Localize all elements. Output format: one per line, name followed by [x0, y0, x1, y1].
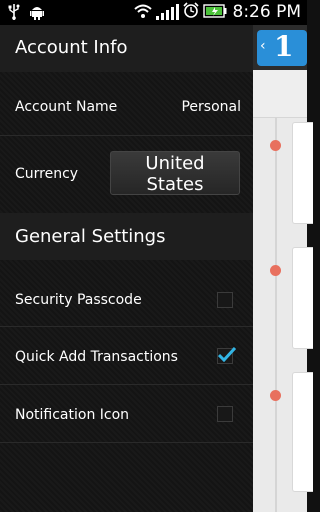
- checkmark-icon: [218, 346, 236, 362]
- action-bar: ‹ 1: [253, 25, 307, 70]
- timeline-dot: [270, 140, 281, 151]
- transaction-card[interactable]: [292, 247, 313, 349]
- notification-icon-row[interactable]: Notification Icon: [0, 385, 253, 443]
- account-name-value: Personal: [181, 99, 241, 115]
- account-name-label: Account Name: [15, 99, 118, 115]
- currency-selector[interactable]: United States: [110, 151, 240, 195]
- security-passcode-checkbox[interactable]: [217, 292, 233, 308]
- chevron-left-icon: ‹: [260, 38, 266, 54]
- quick-add-transactions-row[interactable]: Quick Add Transactions: [0, 327, 253, 385]
- signal-icon: [155, 4, 179, 20]
- timeline-line: [275, 117, 277, 512]
- wifi-icon: [133, 3, 152, 22]
- notification-icon-checkbox[interactable]: [217, 406, 233, 422]
- general-settings-title: General Settings: [15, 226, 166, 247]
- tab-bar: [253, 70, 307, 118]
- currency-row: Currency United States: [0, 143, 253, 211]
- battery-icon: [202, 3, 227, 22]
- android-debug-icon: [30, 4, 44, 24]
- app-home-button[interactable]: ‹ 1: [257, 30, 307, 66]
- quick-add-transactions-label: Quick Add Transactions: [15, 349, 178, 365]
- quick-add-transactions-checkbox[interactable]: [217, 346, 236, 364]
- app-logo-icon: 1: [274, 30, 294, 63]
- general-settings-header: General Settings: [0, 213, 253, 260]
- main-content-peek[interactable]: ‹ 1: [253, 25, 313, 512]
- settings-panel: Account Info Account Name Personal Curre…: [0, 25, 253, 512]
- timeline-dot: [270, 390, 281, 401]
- status-bar: 8:26 PM: [0, 0, 307, 25]
- notification-icon-label: Notification Icon: [15, 407, 130, 423]
- account-info-header: Account Info: [0, 25, 253, 72]
- account-name-row[interactable]: Account Name Personal: [0, 79, 253, 136]
- usb-icon: [8, 4, 20, 24]
- transaction-card[interactable]: [292, 122, 313, 224]
- transaction-card[interactable]: [292, 372, 313, 492]
- currency-label: Currency: [15, 166, 79, 182]
- clock: 8:26 PM: [232, 2, 302, 22]
- timeline-dot: [270, 265, 281, 276]
- account-info-title: Account Info: [15, 37, 128, 58]
- security-passcode-row[interactable]: Security Passcode: [0, 269, 253, 327]
- alarm-icon: [182, 2, 199, 22]
- security-passcode-label: Security Passcode: [15, 292, 142, 308]
